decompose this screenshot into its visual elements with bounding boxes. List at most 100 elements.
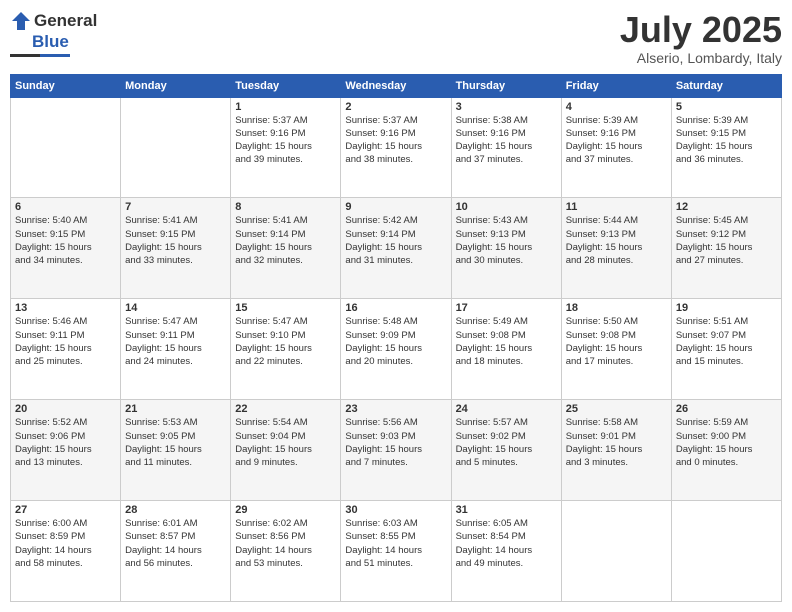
header: General Blue July 2025 Alserio, Lombardy… (10, 10, 782, 66)
header-saturday: Saturday (671, 74, 781, 97)
table-row (671, 501, 781, 602)
table-row: 29Sunrise: 6:02 AMSunset: 8:56 PMDayligh… (231, 501, 341, 602)
header-friday: Friday (561, 74, 671, 97)
day-info: Sunrise: 5:41 AMSunset: 9:15 PMDaylight:… (125, 214, 226, 267)
day-number: 17 (456, 302, 557, 314)
day-number: 4 (566, 101, 667, 113)
day-info: Sunrise: 5:54 AMSunset: 9:04 PMDaylight:… (235, 416, 336, 469)
header-thursday: Thursday (451, 74, 561, 97)
day-number: 18 (566, 302, 667, 314)
header-monday: Monday (121, 74, 231, 97)
table-row: 28Sunrise: 6:01 AMSunset: 8:57 PMDayligh… (121, 501, 231, 602)
day-number: 30 (345, 504, 446, 516)
day-number: 12 (676, 201, 777, 213)
day-number: 9 (345, 201, 446, 213)
table-row: 31Sunrise: 6:05 AMSunset: 8:54 PMDayligh… (451, 501, 561, 602)
day-number: 14 (125, 302, 226, 314)
day-info: Sunrise: 5:51 AMSunset: 9:07 PMDaylight:… (676, 315, 777, 368)
table-row: 4Sunrise: 5:39 AMSunset: 9:16 PMDaylight… (561, 97, 671, 198)
title-section: July 2025 Alserio, Lombardy, Italy (620, 10, 782, 66)
table-row (11, 97, 121, 198)
day-info: Sunrise: 5:38 AMSunset: 9:16 PMDaylight:… (456, 114, 557, 167)
calendar-table: Sunday Monday Tuesday Wednesday Thursday… (10, 74, 782, 602)
day-info: Sunrise: 5:58 AMSunset: 9:01 PMDaylight:… (566, 416, 667, 469)
day-info: Sunrise: 5:50 AMSunset: 9:08 PMDaylight:… (566, 315, 667, 368)
calendar-week-row: 20Sunrise: 5:52 AMSunset: 9:06 PMDayligh… (11, 400, 782, 501)
day-info: Sunrise: 6:02 AMSunset: 8:56 PMDaylight:… (235, 517, 336, 570)
day-number: 3 (456, 101, 557, 113)
day-info: Sunrise: 5:48 AMSunset: 9:09 PMDaylight:… (345, 315, 446, 368)
day-number: 16 (345, 302, 446, 314)
day-number: 27 (15, 504, 116, 516)
day-number: 28 (125, 504, 226, 516)
table-row: 23Sunrise: 5:56 AMSunset: 9:03 PMDayligh… (341, 400, 451, 501)
day-info: Sunrise: 5:39 AMSunset: 9:16 PMDaylight:… (566, 114, 667, 167)
day-number: 22 (235, 403, 336, 415)
table-row: 5Sunrise: 5:39 AMSunset: 9:15 PMDaylight… (671, 97, 781, 198)
table-row: 9Sunrise: 5:42 AMSunset: 9:14 PMDaylight… (341, 198, 451, 299)
table-row: 27Sunrise: 6:00 AMSunset: 8:59 PMDayligh… (11, 501, 121, 602)
day-number: 8 (235, 201, 336, 213)
day-info: Sunrise: 5:47 AMSunset: 9:10 PMDaylight:… (235, 315, 336, 368)
table-row (561, 501, 671, 602)
day-number: 29 (235, 504, 336, 516)
day-info: Sunrise: 5:41 AMSunset: 9:14 PMDaylight:… (235, 214, 336, 267)
day-info: Sunrise: 5:47 AMSunset: 9:11 PMDaylight:… (125, 315, 226, 368)
day-info: Sunrise: 5:59 AMSunset: 9:00 PMDaylight:… (676, 416, 777, 469)
table-row: 1Sunrise: 5:37 AMSunset: 9:16 PMDaylight… (231, 97, 341, 198)
day-number: 2 (345, 101, 446, 113)
day-info: Sunrise: 5:53 AMSunset: 9:05 PMDaylight:… (125, 416, 226, 469)
table-row: 3Sunrise: 5:38 AMSunset: 9:16 PMDaylight… (451, 97, 561, 198)
table-row: 30Sunrise: 6:03 AMSunset: 8:55 PMDayligh… (341, 501, 451, 602)
table-row: 13Sunrise: 5:46 AMSunset: 9:11 PMDayligh… (11, 299, 121, 400)
table-row: 19Sunrise: 5:51 AMSunset: 9:07 PMDayligh… (671, 299, 781, 400)
table-row: 17Sunrise: 5:49 AMSunset: 9:08 PMDayligh… (451, 299, 561, 400)
day-info: Sunrise: 5:40 AMSunset: 9:15 PMDaylight:… (15, 214, 116, 267)
table-row: 21Sunrise: 5:53 AMSunset: 9:05 PMDayligh… (121, 400, 231, 501)
day-info: Sunrise: 5:42 AMSunset: 9:14 PMDaylight:… (345, 214, 446, 267)
day-info: Sunrise: 5:57 AMSunset: 9:02 PMDaylight:… (456, 416, 557, 469)
day-info: Sunrise: 6:01 AMSunset: 8:57 PMDaylight:… (125, 517, 226, 570)
table-row: 6Sunrise: 5:40 AMSunset: 9:15 PMDaylight… (11, 198, 121, 299)
day-number: 23 (345, 403, 446, 415)
day-info: Sunrise: 5:43 AMSunset: 9:13 PMDaylight:… (456, 214, 557, 267)
day-number: 1 (235, 101, 336, 113)
day-info: Sunrise: 5:56 AMSunset: 9:03 PMDaylight:… (345, 416, 446, 469)
day-number: 20 (15, 403, 116, 415)
calendar-week-row: 6Sunrise: 5:40 AMSunset: 9:15 PMDaylight… (11, 198, 782, 299)
location: Alserio, Lombardy, Italy (620, 50, 782, 66)
table-row: 7Sunrise: 5:41 AMSunset: 9:15 PMDaylight… (121, 198, 231, 299)
page: General Blue July 2025 Alserio, Lombardy… (0, 0, 792, 612)
day-number: 13 (15, 302, 116, 314)
day-number: 26 (676, 403, 777, 415)
day-info: Sunrise: 6:00 AMSunset: 8:59 PMDaylight:… (15, 517, 116, 570)
day-info: Sunrise: 5:39 AMSunset: 9:15 PMDaylight:… (676, 114, 777, 167)
table-row: 11Sunrise: 5:44 AMSunset: 9:13 PMDayligh… (561, 198, 671, 299)
logo-icon (10, 10, 32, 32)
day-info: Sunrise: 5:46 AMSunset: 9:11 PMDaylight:… (15, 315, 116, 368)
header-wednesday: Wednesday (341, 74, 451, 97)
calendar-week-row: 27Sunrise: 6:00 AMSunset: 8:59 PMDayligh… (11, 501, 782, 602)
day-info: Sunrise: 5:37 AMSunset: 9:16 PMDaylight:… (345, 114, 446, 167)
table-row: 22Sunrise: 5:54 AMSunset: 9:04 PMDayligh… (231, 400, 341, 501)
day-number: 7 (125, 201, 226, 213)
day-number: 15 (235, 302, 336, 314)
day-info: Sunrise: 5:49 AMSunset: 9:08 PMDaylight:… (456, 315, 557, 368)
table-row: 10Sunrise: 5:43 AMSunset: 9:13 PMDayligh… (451, 198, 561, 299)
day-number: 31 (456, 504, 557, 516)
logo-divider (10, 54, 70, 57)
logo-general-text: General (34, 11, 97, 31)
table-row: 20Sunrise: 5:52 AMSunset: 9:06 PMDayligh… (11, 400, 121, 501)
header-tuesday: Tuesday (231, 74, 341, 97)
table-row: 16Sunrise: 5:48 AMSunset: 9:09 PMDayligh… (341, 299, 451, 400)
table-row: 15Sunrise: 5:47 AMSunset: 9:10 PMDayligh… (231, 299, 341, 400)
table-row: 24Sunrise: 5:57 AMSunset: 9:02 PMDayligh… (451, 400, 561, 501)
logo: General Blue (10, 10, 97, 57)
table-row: 2Sunrise: 5:37 AMSunset: 9:16 PMDaylight… (341, 97, 451, 198)
table-row: 25Sunrise: 5:58 AMSunset: 9:01 PMDayligh… (561, 400, 671, 501)
month-title: July 2025 (620, 10, 782, 50)
day-number: 19 (676, 302, 777, 314)
day-number: 21 (125, 403, 226, 415)
header-sunday: Sunday (11, 74, 121, 97)
day-number: 5 (676, 101, 777, 113)
